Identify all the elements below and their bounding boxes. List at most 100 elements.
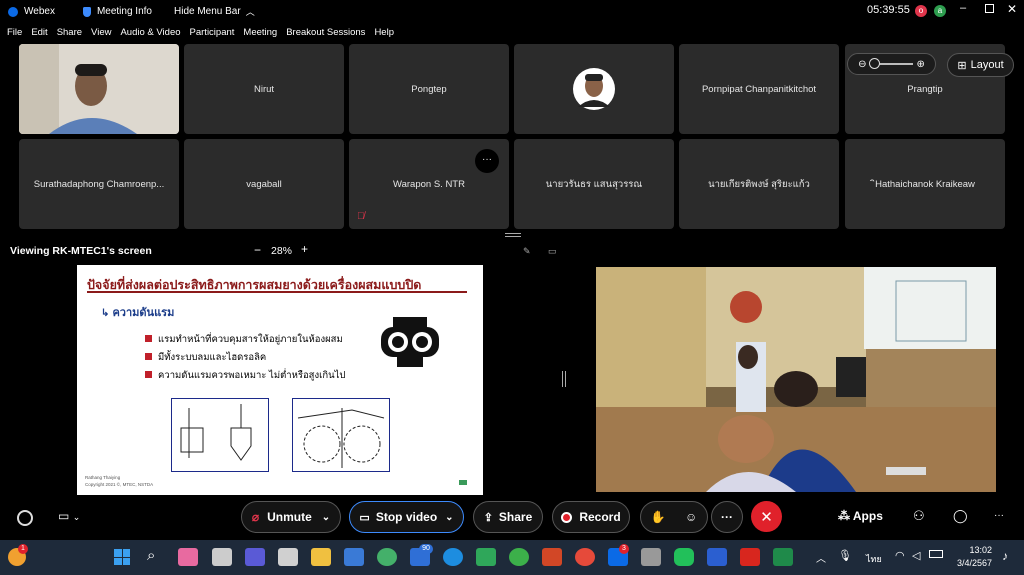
apps-button[interactable]: ⁂ Apps bbox=[838, 509, 883, 523]
stop-video-label: Stop video bbox=[375, 510, 438, 524]
minimize-button[interactable]: – bbox=[960, 2, 966, 14]
shield-icon bbox=[82, 6, 91, 17]
battery-icon[interactable] bbox=[929, 550, 943, 558]
record-button[interactable]: Record bbox=[552, 501, 630, 533]
taskbar-date[interactable]: 3/4/2567 bbox=[949, 558, 992, 568]
menu-share[interactable]: Share bbox=[57, 27, 82, 38]
zoom-track[interactable] bbox=[868, 58, 913, 69]
splitter-handle[interactable] bbox=[505, 233, 521, 237]
edge-icon[interactable] bbox=[443, 548, 463, 566]
viewing-label: Viewing RK-MTEC1's screen bbox=[10, 245, 152, 257]
chrome-icon[interactable] bbox=[509, 548, 529, 566]
meeting-info-button[interactable]: Meeting Info bbox=[82, 6, 152, 17]
volume-icon[interactable]: ◁ bbox=[912, 549, 920, 562]
chrome-alt-icon[interactable] bbox=[377, 548, 397, 566]
menu-help[interactable]: Help bbox=[374, 27, 394, 38]
zoom-out-icon[interactable]: ⊖ bbox=[858, 59, 866, 70]
share-label: Share bbox=[498, 510, 533, 524]
maximize-button[interactable] bbox=[985, 4, 994, 13]
participant-tile[interactable]: นายวรันธร แสนสุวรรณ bbox=[514, 139, 674, 229]
snipping-tool-icon[interactable] bbox=[278, 548, 298, 566]
hide-menu-bar-button[interactable]: Hide Menu Bar ︿ bbox=[174, 5, 255, 18]
record-label: Record bbox=[579, 510, 621, 524]
unmute-label: Unmute bbox=[267, 510, 312, 524]
more-options-button[interactable]: ··· bbox=[711, 501, 743, 533]
line-icon[interactable] bbox=[674, 548, 694, 566]
chevron-down-icon[interactable]: ⌄ bbox=[445, 512, 453, 523]
zoom-in-share-button[interactable]: + bbox=[301, 242, 308, 256]
captions-icon: ▭ bbox=[58, 509, 70, 523]
menu-audio-video[interactable]: Audio & Video bbox=[120, 27, 180, 38]
excel-icon[interactable] bbox=[773, 548, 793, 566]
windows-start-icon[interactable] bbox=[114, 549, 130, 565]
menu-breakout[interactable]: Breakout Sessions bbox=[286, 27, 365, 38]
chrome-profile-icon[interactable] bbox=[575, 548, 595, 566]
zoom-out-share-button[interactable]: − bbox=[254, 243, 261, 257]
network-health-icon[interactable] bbox=[17, 510, 33, 526]
search-icon[interactable]: ⌕ bbox=[147, 547, 155, 564]
overflow-button[interactable]: ··· bbox=[994, 510, 1004, 521]
raise-hand-icon[interactable]: ✋ bbox=[651, 510, 666, 524]
participant-tile[interactable]: Pornpipat Chanpanitkitchot bbox=[679, 44, 839, 134]
popout-icon[interactable]: ▭ bbox=[548, 246, 557, 257]
stop-video-button[interactable]: ▭ Stop video ⌄ bbox=[349, 501, 464, 533]
file-explorer-icon[interactable] bbox=[311, 548, 331, 566]
acrobat-icon[interactable] bbox=[740, 548, 760, 566]
participant-video-self[interactable] bbox=[19, 44, 179, 134]
menu-meeting[interactable]: Meeting bbox=[243, 27, 277, 38]
captions-button[interactable]: ▭ ⌄ bbox=[58, 509, 80, 523]
close-icon: ✕ bbox=[760, 508, 773, 526]
annotate-icon[interactable]: ✎ bbox=[523, 246, 531, 257]
menu-file[interactable]: File bbox=[7, 27, 22, 38]
widgets-icon[interactable] bbox=[178, 548, 198, 566]
word-icon[interactable] bbox=[707, 548, 727, 566]
participant-video-image bbox=[19, 44, 179, 134]
task-view-icon[interactable] bbox=[212, 548, 232, 566]
zoom-slider[interactable]: ⊖ ⊕ bbox=[847, 53, 936, 75]
chevron-down-icon[interactable]: ⌄ bbox=[322, 512, 330, 523]
participant-tile-avatar[interactable] bbox=[514, 44, 674, 134]
menu-view[interactable]: View bbox=[91, 27, 111, 38]
room-video[interactable] bbox=[596, 267, 996, 492]
status-badge[interactable]: a bbox=[934, 5, 946, 17]
zoom-in-icon[interactable]: ⊕ bbox=[917, 59, 925, 70]
calendar-icon[interactable] bbox=[344, 548, 364, 566]
wifi-icon[interactable]: ◠ bbox=[895, 549, 905, 562]
chat-button[interactable]: ◯ bbox=[953, 508, 968, 524]
webex-app[interactable]: Webex bbox=[8, 6, 55, 17]
language-indicator[interactable]: ไทย bbox=[866, 552, 882, 566]
participant-tile[interactable]: Nirut bbox=[184, 44, 344, 134]
participant-tile[interactable]: Surathadaphong Chamroenp... bbox=[19, 139, 179, 229]
participant-tile[interactable]: Warapon S. NTR ··· 🎙̸ bbox=[349, 139, 509, 229]
notification-bell-icon[interactable]: ♪ bbox=[1002, 549, 1008, 563]
vertical-splitter[interactable] bbox=[562, 371, 566, 387]
participants-button[interactable]: ⚇ bbox=[913, 508, 925, 524]
menu-edit[interactable]: Edit bbox=[31, 27, 47, 38]
sheets-icon[interactable] bbox=[476, 548, 496, 566]
powerpoint-icon[interactable] bbox=[542, 548, 562, 566]
unmute-button[interactable]: ⌀ Unmute ⌄ bbox=[241, 501, 341, 533]
close-window-button[interactable]: ✕ bbox=[1007, 2, 1017, 16]
teams-icon[interactable] bbox=[245, 548, 265, 566]
share-button[interactable]: ⇪ Share bbox=[473, 501, 543, 533]
reactions-icon[interactable]: ☺ bbox=[685, 510, 697, 524]
avatar[interactable]: o bbox=[915, 5, 927, 17]
participant-tile[interactable]: ิHathaichanok Kraikeaw bbox=[845, 139, 1005, 229]
more-options-icon[interactable]: ··· bbox=[475, 149, 499, 173]
menu-participant[interactable]: Participant bbox=[190, 27, 235, 38]
layout-label: Layout bbox=[970, 59, 1004, 71]
title-bar: Webex Meeting Info Hide Menu Bar ︿ 05:39… bbox=[0, 0, 1024, 23]
webex-logo-icon bbox=[8, 6, 18, 17]
participant-tile[interactable]: vagaball bbox=[184, 139, 344, 229]
calculator-icon[interactable] bbox=[641, 548, 661, 566]
tray-chevron-up-icon[interactable]: ︿ bbox=[816, 550, 826, 565]
slide-footer-author: Rathang Thaiying bbox=[85, 475, 121, 480]
taskbar-time[interactable]: 13:02 bbox=[958, 545, 992, 555]
end-call-button[interactable]: ✕ bbox=[751, 501, 782, 532]
participant-tile[interactable]: นายเกียรติพงษ์ สุริยะแก้ว bbox=[679, 139, 839, 229]
participants-icon: ⚇ bbox=[913, 508, 925, 523]
participant-tile[interactable]: Pongtep bbox=[349, 44, 509, 134]
mic-muted-tray-icon[interactable]: 🎙 bbox=[838, 549, 852, 562]
zoom-thumb[interactable] bbox=[868, 58, 880, 69]
layout-button[interactable]: ⊞ Layout bbox=[947, 53, 1014, 77]
